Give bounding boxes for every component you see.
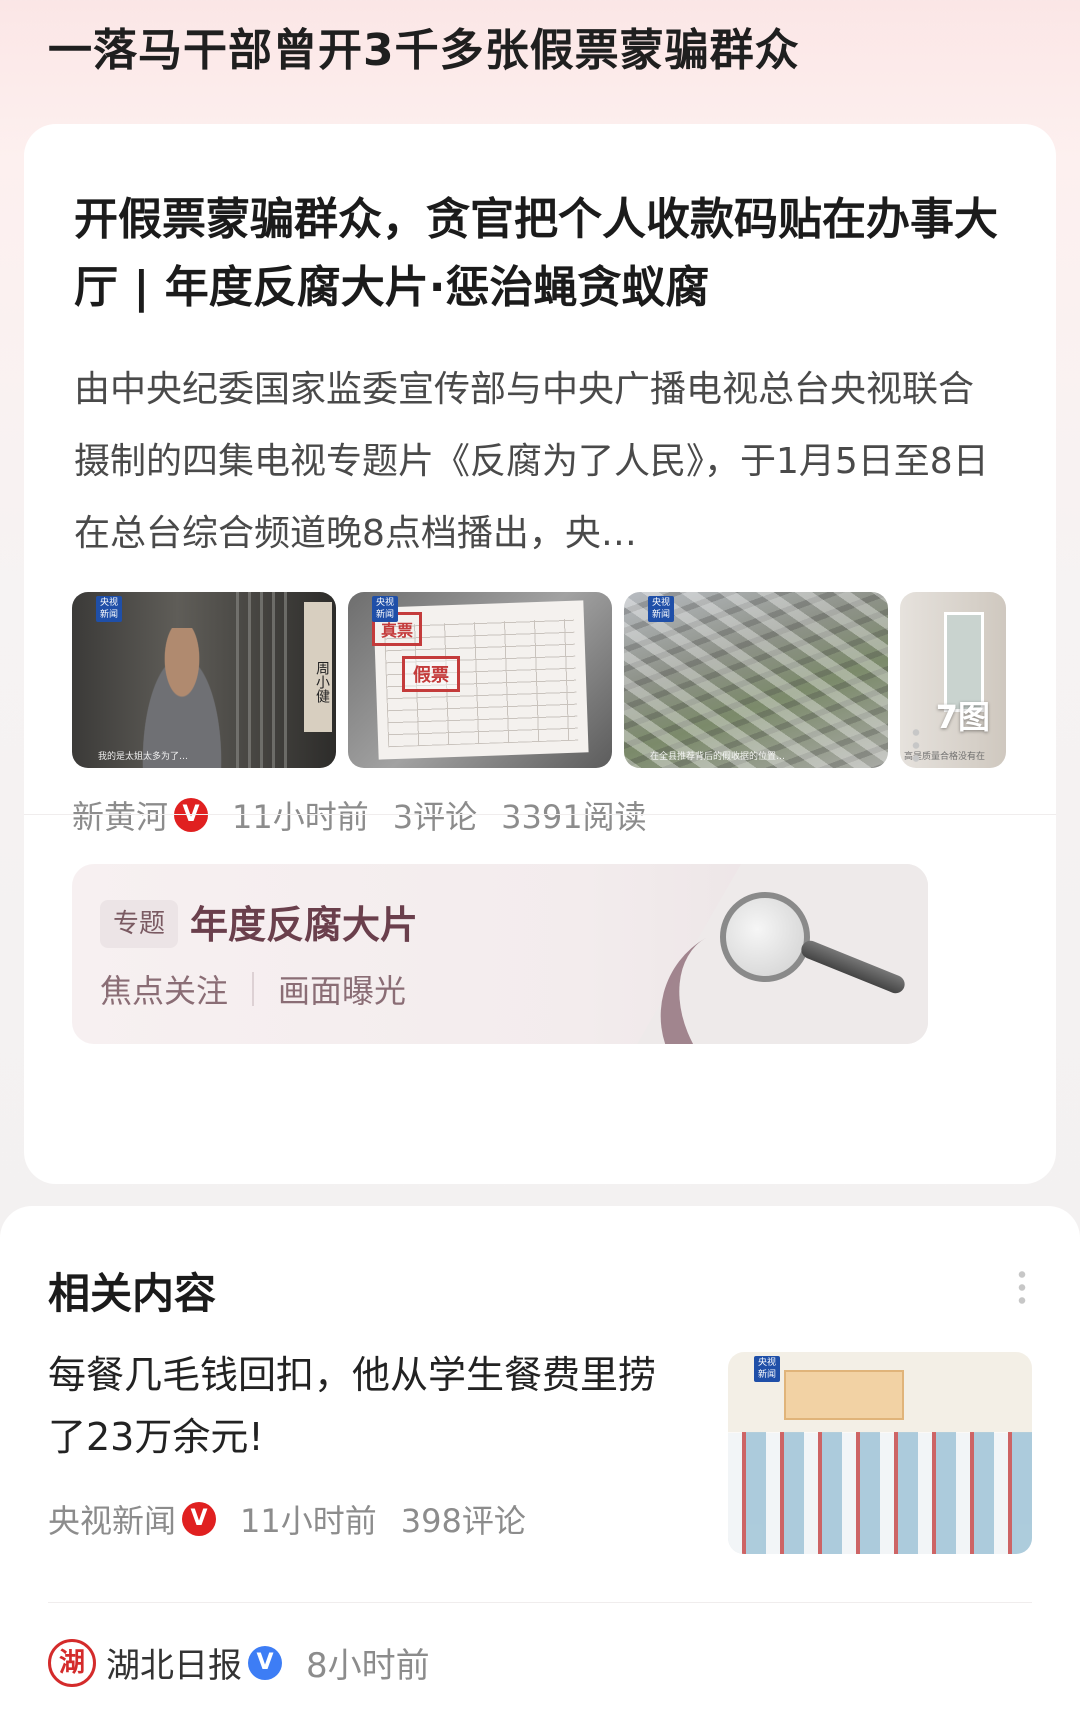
more-vertical-icon[interactable] xyxy=(912,726,920,766)
topic-banner[interactable]: 专题 年度反腐大片 焦点关注 画面曝光 xyxy=(72,864,928,1044)
students-eating xyxy=(728,1432,1032,1554)
topic-links: 焦点关注 画面曝光 xyxy=(100,966,406,1012)
cctv-news-logo: 央视 新闻 xyxy=(96,596,122,622)
more-vertical-icon[interactable] xyxy=(1018,1268,1026,1308)
person-figure xyxy=(132,628,232,768)
page-title: 一落马干部曾开3千多张假票蒙骗群众 xyxy=(48,25,800,76)
thumbnail-caption: 我的是太姐太多为了… xyxy=(98,752,189,762)
next-item-time: 8小时前 xyxy=(306,1646,430,1686)
article-meta: 新黄河 V 11小时前 3评论 3391阅读 xyxy=(72,792,671,838)
topic-link-exposure[interactable]: 画面曝光 xyxy=(278,966,406,1012)
thumbnail-1[interactable]: 周小健 央视 新闻 我的是太姐太多为了… xyxy=(72,592,336,768)
topic-tag: 专题 xyxy=(100,900,178,948)
thumbnail-caption: 在全县推荐背后的假收据的位置… xyxy=(650,752,786,762)
article-time: 11小时前 xyxy=(232,798,369,836)
topic-title[interactable]: 年度反腐大片 xyxy=(190,894,418,949)
magnifying-glass-icon xyxy=(720,892,810,982)
link-separator xyxy=(252,972,255,1006)
article-source[interactable]: 新黄河 xyxy=(72,792,168,838)
thumbnail-3[interactable]: 央视 新闻 在全县推荐背后的假收据的位置… xyxy=(624,592,888,768)
related-section-title: 相关内容 xyxy=(48,1269,217,1318)
divider xyxy=(24,814,1056,815)
next-item-source-row[interactable]: 湖 湖北日报 V 8小时前 xyxy=(48,1638,430,1687)
next-item-source[interactable]: 湖北日报 xyxy=(106,1638,242,1687)
article-reads: 3391阅读 xyxy=(501,798,647,836)
topic-decoration xyxy=(627,864,928,1044)
article-summary[interactable]: 由中央纪委国家监委宣传部与中央广播电视总台央视联合摄制的四集电视专题片《反腐为了… xyxy=(74,354,1009,570)
divider xyxy=(48,1602,1032,1603)
related-item-time: 11小时前 xyxy=(240,1502,377,1540)
verified-badge-icon: V xyxy=(174,798,209,832)
article-card[interactable]: 开假票蒙骗群众，贪官把个人收款码贴在办事大厅 | 年度反腐大片·惩治蝇贪蚁腐 由… xyxy=(24,124,1056,1184)
classroom-board xyxy=(784,1370,904,1420)
name-sign: 周小健 xyxy=(304,602,332,732)
article-comments[interactable]: 3评论 xyxy=(393,792,477,838)
article-headline[interactable]: 开假票蒙骗群众，贪官把个人收款码贴在办事大厅 | 年度反腐大片·惩治蝇贪蚁腐 xyxy=(74,186,1014,322)
topic-link-focus[interactable]: 焦点关注 xyxy=(100,966,228,1012)
verified-badge-icon: V xyxy=(248,1645,282,1680)
hubei-daily-logo-icon: 湖 xyxy=(48,1638,96,1687)
cctv-news-logo: 央视 新闻 xyxy=(754,1356,780,1382)
cctv-news-logo: 央视 新闻 xyxy=(648,596,674,622)
thumbnail-strip[interactable]: 周小健 央视 新闻 我的是太姐太多为了… 真票 假票 央视 新闻 央视 新闻 在… xyxy=(72,592,1006,768)
thumbnail-2[interactable]: 真票 假票 央视 新闻 xyxy=(348,592,612,768)
related-item-thumbnail[interactable]: 央视 新闻 xyxy=(728,1352,1032,1554)
image-count-badge: 7图 xyxy=(935,698,990,736)
related-item-meta: 央视新闻 V 11小时前 398评论 xyxy=(48,1496,550,1542)
cctv-news-logo: 央视 新闻 xyxy=(372,596,398,622)
related-item-headline[interactable]: 每餐几毛钱回扣，他从学生餐费里捞了23万余元! xyxy=(48,1344,688,1468)
fake-receipt-stamp: 假票 xyxy=(402,656,460,692)
related-item-comments[interactable]: 398评论 xyxy=(401,1496,526,1542)
related-item-source[interactable]: 央视新闻 xyxy=(48,1496,176,1542)
verified-badge-icon: V xyxy=(182,1502,217,1536)
related-section: 相关内容 每餐几毛钱回扣，他从学生餐费里捞了23万余元! 央视新闻 V 11小时… xyxy=(0,1206,1080,1715)
